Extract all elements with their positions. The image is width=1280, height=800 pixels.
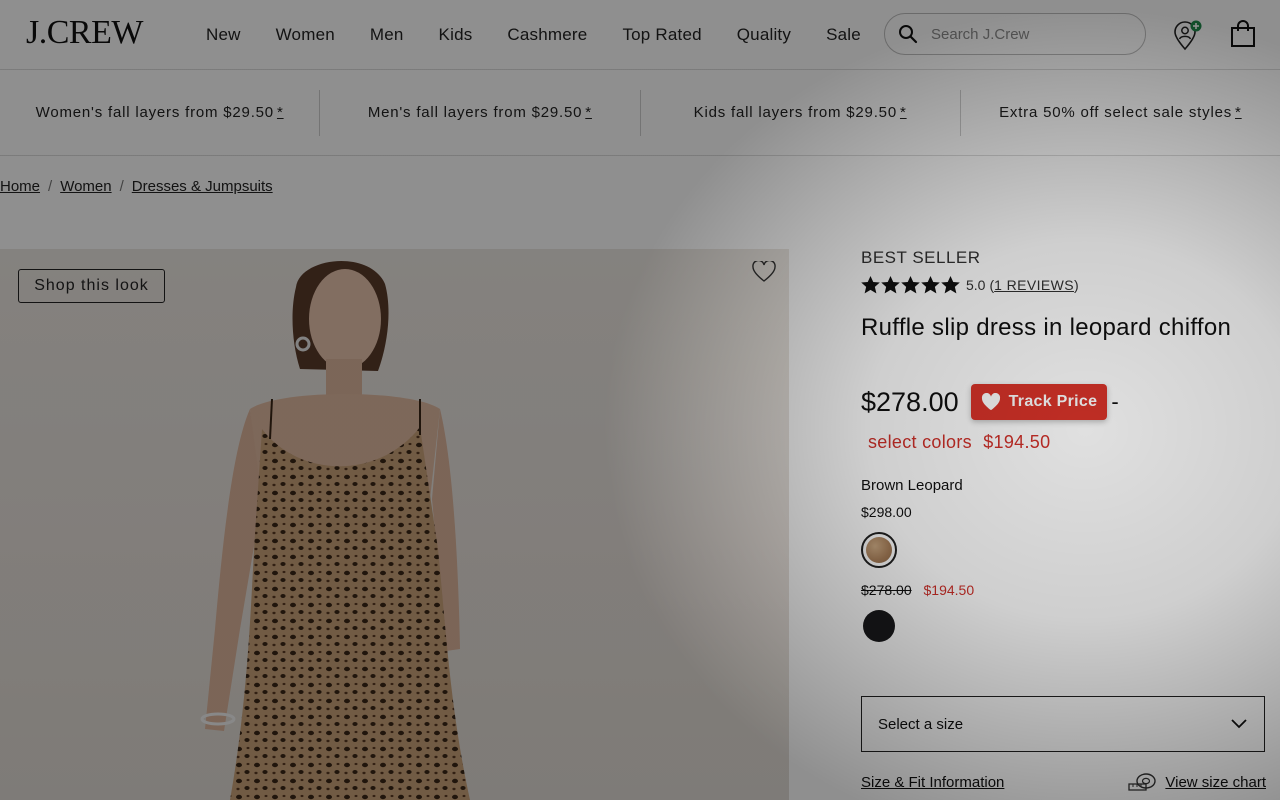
sale-price: $194.50 — [983, 432, 1051, 452]
price-range-dash: - — [1111, 389, 1119, 414]
shop-this-look-button[interactable]: Shop this look — [18, 269, 165, 303]
breadcrumb-dresses[interactable]: Dresses & Jumpsuits — [132, 178, 273, 195]
color-price: $298.00 — [861, 504, 912, 520]
view-size-chart-link[interactable]: View size chart — [1165, 774, 1266, 791]
star-icon — [881, 276, 900, 294]
chevron-down-icon — [1231, 719, 1247, 729]
product-image[interactable]: Shop this look — [0, 249, 789, 800]
size-select-label: Select a size — [878, 715, 964, 733]
size-chart-link[interactable]: View size chart — [1127, 772, 1266, 792]
breadcrumb-separator: / — [48, 178, 53, 195]
nav-kids[interactable]: Kids — [439, 25, 473, 45]
track-price-button[interactable]: Track Price — [970, 384, 1108, 420]
model-photo — [200, 260, 470, 800]
site-header: J.CREW New Women Men Kids Cashmere Top R… — [0, 0, 1280, 70]
swatch-brown-leopard[interactable] — [861, 532, 897, 568]
was-price: $278.00 — [861, 582, 912, 598]
star-icon — [861, 276, 880, 294]
measuring-tape-icon — [1128, 773, 1157, 791]
best-seller-badge: BEST SELLER — [861, 248, 981, 267]
star-icon — [921, 276, 940, 294]
color-name: Brown Leopard — [861, 477, 963, 494]
nav-new[interactable]: New — [206, 25, 241, 45]
heart-icon — [981, 393, 1000, 411]
product-title: Ruffle slip dress in leopard chiffon — [861, 314, 1232, 341]
reviews-paren-close: ) — [1073, 277, 1079, 293]
nav-men[interactable]: Men — [370, 25, 404, 45]
star-icon — [901, 276, 920, 294]
nav-women[interactable]: Women — [276, 25, 335, 45]
heart-icon[interactable] — [752, 259, 776, 288]
swatch-black[interactable] — [863, 610, 895, 642]
breadcrumb-home[interactable]: Home — [0, 178, 40, 195]
fit-links-row: Size & Fit Information View size chart — [861, 772, 1266, 792]
sale-swatch-price: $278.00 $194.50 — [861, 582, 1266, 598]
track-price-label: Track Price — [1008, 393, 1098, 410]
product-price: $278.00 — [861, 386, 959, 417]
now-price: $194.50 — [923, 582, 975, 598]
breadcrumb-separator: / — [119, 178, 124, 195]
nav-quality[interactable]: Quality — [737, 25, 791, 45]
star-icon — [941, 276, 960, 294]
breadcrumb-women[interactable]: Women — [60, 178, 111, 195]
search-input[interactable] — [931, 25, 1131, 43]
rating-value: 5.0 — [966, 277, 986, 293]
main-nav: New Women Men Kids Cashmere Top Rated Qu… — [206, 0, 861, 70]
size-fit-info-link[interactable]: Size & Fit Information — [861, 774, 1004, 791]
jcrew-logo[interactable]: J.CREW — [26, 14, 143, 52]
nav-top-rated[interactable]: Top Rated — [622, 25, 701, 45]
account-location-icon[interactable] — [1170, 20, 1204, 57]
nav-cashmere[interactable]: Cashmere — [507, 25, 587, 45]
sale-price-line: select colors $194.50 — [868, 432, 1266, 453]
swatch-brown-leopard-fill — [866, 537, 892, 563]
sale-prefix: select colors — [868, 432, 972, 452]
price-row: $278.00 Track Price - — [861, 384, 1266, 420]
reviews-link[interactable]: 1 REVIEWS — [994, 277, 1074, 293]
search-icon[interactable] — [885, 24, 931, 44]
promo-bar: Women's fall layers from $29.50 * Men's f… — [0, 70, 1280, 156]
shopping-bag-icon[interactable] — [1230, 20, 1256, 53]
promo-item-kids[interactable]: Kids fall layers from $29.50 * — [641, 104, 960, 121]
rating-row: 5.0 (1 REVIEWS) — [861, 276, 1266, 294]
product-info-panel: BEST SELLER 5.0 (1 REVIEWS) Ruffle slip … — [861, 248, 1266, 792]
size-select[interactable]: Select a size — [861, 696, 1265, 752]
breadcrumb: Home / Women / Dresses & Jumpsuits — [0, 178, 273, 195]
promo-item-men[interactable]: Men's fall layers from $29.50 * — [320, 104, 639, 121]
promo-item-sale[interactable]: Extra 50% off select sale styles * — [961, 104, 1280, 121]
search-box[interactable] — [884, 13, 1146, 55]
nav-sale[interactable]: Sale — [826, 25, 861, 45]
star-rating — [861, 276, 960, 294]
promo-item-women[interactable]: Women's fall layers from $29.50 * — [0, 104, 319, 121]
